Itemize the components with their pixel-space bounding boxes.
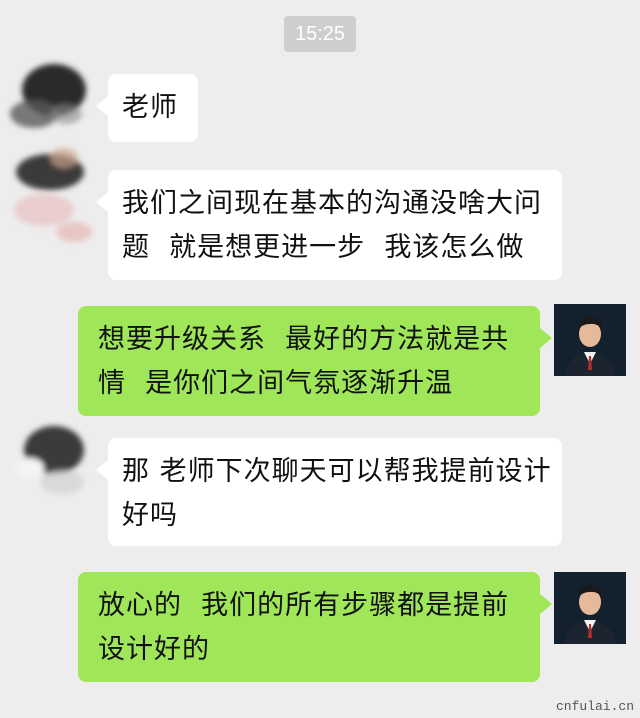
sender-avatar[interactable] bbox=[4, 140, 96, 250]
avatar-scribble-icon bbox=[10, 64, 86, 128]
message-bubble-incoming[interactable]: 老师 bbox=[96, 74, 198, 142]
my-avatar[interactable] bbox=[554, 572, 626, 644]
message-timestamp: 15:25 bbox=[284, 16, 356, 52]
message-bubble-incoming[interactable]: 那 老师下次聊天可以帮我提前设计 好吗 bbox=[96, 438, 562, 546]
message-bubble-outgoing[interactable]: 放心的 我们的所有步骤都是提前 设计好的 bbox=[78, 572, 552, 682]
site-watermark: cnfulai.cn bbox=[555, 699, 634, 714]
message-bubble-outgoing[interactable]: 想要升级关系 最好的方法就是共 情 是你们之间气氛逐渐升温 bbox=[78, 306, 552, 416]
person-avatar-icon bbox=[554, 304, 626, 376]
sender-avatar[interactable] bbox=[4, 52, 96, 144]
message-bubble-incoming[interactable]: 我们之间现在基本的沟通没啥大问 题 就是想更进一步 我该怎么做 bbox=[96, 170, 562, 280]
avatar-scribble-icon bbox=[16, 426, 84, 494]
avatar-scribble-icon bbox=[14, 148, 92, 242]
person-avatar-icon bbox=[554, 572, 626, 644]
my-avatar[interactable] bbox=[554, 304, 626, 376]
sender-avatar[interactable] bbox=[4, 412, 96, 512]
